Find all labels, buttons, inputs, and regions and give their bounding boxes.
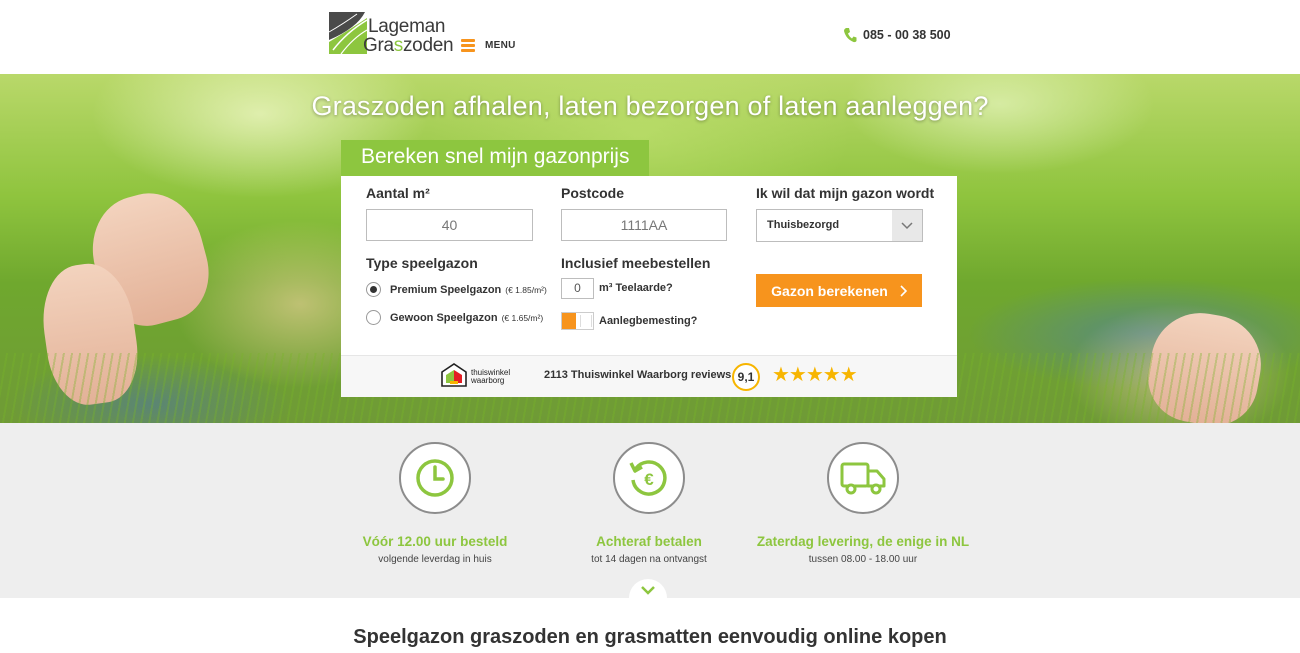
soil-label: m³ Teelaarde?: [599, 282, 673, 294]
radio-label: Gewoon Speelgazon: [390, 311, 498, 324]
euro-refresh-icon: €: [629, 460, 667, 496]
price-calculator: Aantal m² 40 Postcode 1111AA Ik wil dat …: [341, 176, 957, 397]
radio-button-checked[interactable]: [366, 282, 381, 297]
thuiswinkel-house-icon: [441, 363, 467, 387]
usp-title: Vóór 12.00 uur besteld: [362, 534, 508, 549]
delivery-label: Ik wil dat mijn gazon wordt: [756, 185, 935, 201]
thuiswinkel-text: thuiswinkel waarborg: [471, 368, 511, 385]
logo-text-line2: Graszoden: [363, 35, 454, 56]
clock-icon: [416, 459, 454, 497]
phone-icon: [844, 28, 857, 43]
fertilizer-toggle[interactable]: [561, 312, 594, 330]
area-input[interactable]: 40: [366, 209, 533, 241]
calculate-button[interactable]: Gazon berekenen: [756, 274, 922, 307]
review-score: 9,1: [732, 363, 760, 391]
fertilizer-label: Aanlegbemesting?: [599, 315, 698, 327]
chevron-right-icon: [900, 284, 907, 297]
usp-item: Zaterdag levering, de enige in NL tussen…: [748, 442, 978, 565]
menu-button[interactable]: MENU: [461, 36, 516, 54]
review-count[interactable]: 2113 Thuiswinkel Waarborg reviews: [544, 369, 731, 381]
usp-title: Achteraf betalen: [596, 534, 702, 549]
usp-item: Vóór 12.00 uur besteld volgende leverdag…: [320, 442, 550, 565]
star-rating: ★★★★★: [772, 364, 858, 386]
reviews-bar: thuiswinkel waarborg 2113 Thuiswinkel Waa…: [341, 355, 957, 397]
postcode-label: Postcode: [561, 185, 625, 201]
phone-number: 085 - 00 38 500: [863, 28, 951, 42]
phone-link[interactable]: 085 - 00 38 500: [843, 27, 951, 43]
radio-premium[interactable]: Premium Speelgazon (€ 1.85/m²): [366, 282, 547, 297]
type-label: Type speelgazon: [366, 255, 478, 271]
delivery-select[interactable]: Thuisbezorgd: [756, 209, 923, 242]
postcode-input[interactable]: 1111AA: [561, 209, 727, 241]
thuiswinkel-logo[interactable]: thuiswinkel waarborg: [441, 363, 519, 389]
usp-subtitle: tussen 08.00 - 18.00 uur: [808, 554, 918, 565]
chevron-down-icon: [892, 210, 922, 241]
section-heading: Speelgazon graszoden en grasmatten eenvo…: [353, 626, 947, 648]
svg-text:€: €: [644, 470, 654, 489]
scroll-down-button[interactable]: [629, 579, 667, 617]
radio-price: (€ 1.65/m²): [501, 312, 544, 323]
soil-quantity-input[interactable]: 0: [561, 278, 594, 299]
hamburger-icon: [461, 38, 475, 52]
usp-item: € Achteraf betalen tot 14 dagen na ontva…: [534, 442, 764, 565]
usp-title: Zaterdag levering, de enige in NL: [756, 534, 970, 549]
truck-icon: [840, 462, 886, 495]
delivery-selected-value: Thuisbezorgd: [767, 219, 840, 231]
logo[interactable]: Lageman Graszoden: [327, 10, 454, 58]
radio-label: Premium Speelgazon: [390, 283, 502, 296]
calculator-tab-title: Bereken snel mijn gazonprijs: [341, 140, 649, 176]
usp-section: Vóór 12.00 uur besteld volgende leverdag…: [0, 423, 1300, 598]
radio-price: (€ 1.85/m²): [505, 284, 547, 295]
radio-gewoon[interactable]: Gewoon Speelgazon (€ 1.65/m²): [366, 310, 543, 325]
site-header: Lageman Graszoden MENU 085 - 00 38 500: [0, 0, 1300, 74]
menu-label: MENU: [485, 39, 516, 51]
area-label: Aantal m²: [366, 185, 430, 201]
usp-subtitle: tot 14 dagen na ontvangst: [591, 554, 707, 565]
usp-icon-circle: €: [613, 442, 685, 514]
usp-icon-circle: [399, 442, 471, 514]
hero-title: Graszoden afhalen, laten bezorgen of lat…: [311, 91, 989, 121]
usp-subtitle: volgende leverdag in huis: [378, 554, 492, 565]
radio-button[interactable]: [366, 310, 381, 325]
chevron-down-icon: [641, 586, 655, 595]
calculate-button-label: Gazon berekenen: [771, 282, 888, 299]
usp-icon-circle: [827, 442, 899, 514]
extras-label: Inclusief meebestellen: [561, 255, 711, 271]
